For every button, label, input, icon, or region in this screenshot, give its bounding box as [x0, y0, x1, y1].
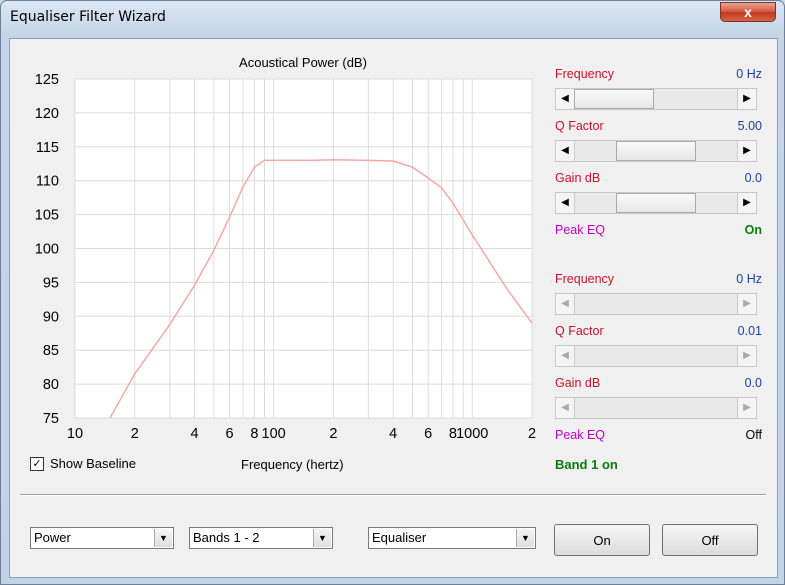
band2-gain-label: Gain dB [555, 376, 601, 390]
separator [20, 494, 766, 496]
x-tick-label: 6 [424, 426, 432, 442]
x-tick-label: 6 [226, 426, 234, 442]
band1-gain-label: Gain dB [555, 171, 601, 185]
band2-gain-value: 0.0 [744, 376, 762, 390]
band1-frequency-thumb[interactable] [574, 89, 654, 109]
band1-q-label: Q Factor [555, 119, 604, 133]
x-tick-label: 2 [528, 426, 536, 442]
band2-q-scrollbar[interactable]: ◀ ▶ [555, 345, 757, 367]
band2-q-label: Q Factor [555, 324, 604, 338]
scroll-right-arrow-icon[interactable]: ▶ [737, 89, 756, 109]
band1-frequency-value: 0 Hz [736, 67, 762, 81]
scroll-left-arrow-icon[interactable]: ◀ [556, 193, 575, 213]
y-tick-label: 80 [43, 377, 59, 393]
band2-controls: Frequency 0 Hz ◀ ▶ Q Factor 0.01 ◀ ▶ Gain … [555, 272, 765, 444]
band1-q-value: 5.00 [737, 119, 762, 133]
dropdown-arrow-icon[interactable]: ▼ [516, 529, 534, 547]
dialog-client-area: 75 80 85 90 95 100 105 110 115 120 125 10 2 4 6 8 100 2 4 6… [9, 38, 778, 578]
show-baseline-checkbox[interactable]: ✓ Show Baseline [30, 456, 136, 471]
dropdown-arrow-icon[interactable]: ▼ [313, 529, 331, 547]
x-tick-label: 4 [191, 426, 199, 442]
y-tick-label: 120 [35, 106, 59, 122]
filter-combobox[interactable]: Equaliser ▼ [368, 527, 536, 549]
scroll-left-arrow-icon[interactable]: ◀ [556, 294, 575, 314]
x-tick-label: 2 [131, 426, 139, 442]
x-tick-label: 2 [329, 426, 337, 442]
y-tick-label: 110 [36, 174, 59, 190]
scroll-left-arrow-icon[interactable]: ◀ [556, 346, 575, 366]
band2-gain-scrollbar[interactable]: ◀ ▶ [555, 397, 757, 419]
x-axis-title: Frequency (hertz) [241, 457, 344, 472]
band1-q-thumb[interactable] [616, 141, 696, 161]
band2-frequency-value: 0 Hz [736, 272, 762, 286]
band2-frequency-label: Frequency [555, 272, 615, 286]
mode-combobox[interactable]: Power ▼ [30, 527, 174, 549]
mode-combobox-value: Power [34, 530, 71, 545]
x-tick-label: 100 [262, 426, 286, 442]
scroll-right-arrow-icon[interactable]: ▶ [737, 398, 756, 418]
band-status: Band 1 on [555, 457, 618, 472]
filter-combobox-value: Equaliser [372, 530, 427, 545]
x-tick-label: 10 [67, 426, 83, 442]
band1-q-scrollbar[interactable]: ◀ ▶ [555, 140, 757, 162]
chart-title: Acoustical Power (dB) [239, 55, 367, 70]
band1-controls: Frequency 0 Hz ◀ ▶ Q Factor 5.00 ◀ ▶ Gain … [555, 67, 765, 239]
show-baseline-label: Show Baseline [50, 456, 136, 471]
band1-gain-thumb[interactable] [616, 193, 696, 213]
off-button[interactable]: Off [662, 524, 758, 556]
band1-frequency-label: Frequency [555, 67, 615, 81]
band1-peak-eq-label: Peak EQ [555, 223, 606, 237]
scroll-right-arrow-icon[interactable]: ▶ [737, 346, 756, 366]
window-title: Equaliser Filter Wizard [10, 9, 166, 25]
band1-gain-scrollbar[interactable]: ◀ ▶ [555, 192, 757, 214]
bands-combobox-value: Bands 1 - 2 [193, 530, 260, 545]
bands-combobox[interactable]: Bands 1 - 2 ▼ [189, 527, 333, 549]
dropdown-arrow-icon[interactable]: ▼ [154, 529, 172, 547]
band2-peak-eq-value[interactable]: Off [746, 428, 762, 442]
band2-q-value: 0.01 [737, 324, 762, 338]
scroll-left-arrow-icon[interactable]: ◀ [556, 141, 575, 161]
y-tick-label: 90 [43, 309, 59, 325]
y-tick-label: 75 [43, 411, 59, 427]
y-tick-label: 105 [35, 208, 59, 224]
y-tick-label: 95 [43, 275, 59, 291]
close-button[interactable]: x [720, 2, 776, 22]
scroll-right-arrow-icon[interactable]: ▶ [737, 294, 756, 314]
y-tick-label: 100 [35, 242, 59, 258]
on-button[interactable]: On [554, 524, 650, 556]
band2-peak-eq-label: Peak EQ [555, 428, 606, 442]
close-icon: x [744, 4, 752, 20]
x-tick-label: 4 [389, 426, 397, 442]
y-tick-label: 125 [35, 72, 59, 88]
scroll-right-arrow-icon[interactable]: ▶ [737, 193, 756, 213]
band2-frequency-scrollbar[interactable]: ◀ ▶ [555, 293, 757, 315]
checkbox-box[interactable]: ✓ [30, 456, 44, 471]
scroll-right-arrow-icon[interactable]: ▶ [737, 141, 756, 161]
band1-peak-eq-value[interactable]: On [745, 223, 762, 237]
scroll-left-arrow-icon[interactable]: ◀ [556, 398, 575, 418]
scroll-left-arrow-icon[interactable]: ◀ [556, 89, 575, 109]
band1-gain-value: 0.0 [744, 171, 762, 185]
y-tick-label: 115 [36, 140, 59, 156]
y-tick-label: 85 [43, 343, 59, 359]
band1-frequency-scrollbar[interactable]: ◀ ▶ [555, 88, 757, 110]
equaliser-window: Equaliser Filter Wizard x 75 80 85 90 95 100 1… [0, 0, 785, 585]
x-tick-label: 8 [250, 426, 258, 442]
x-tick-label: 1000 [456, 426, 488, 442]
